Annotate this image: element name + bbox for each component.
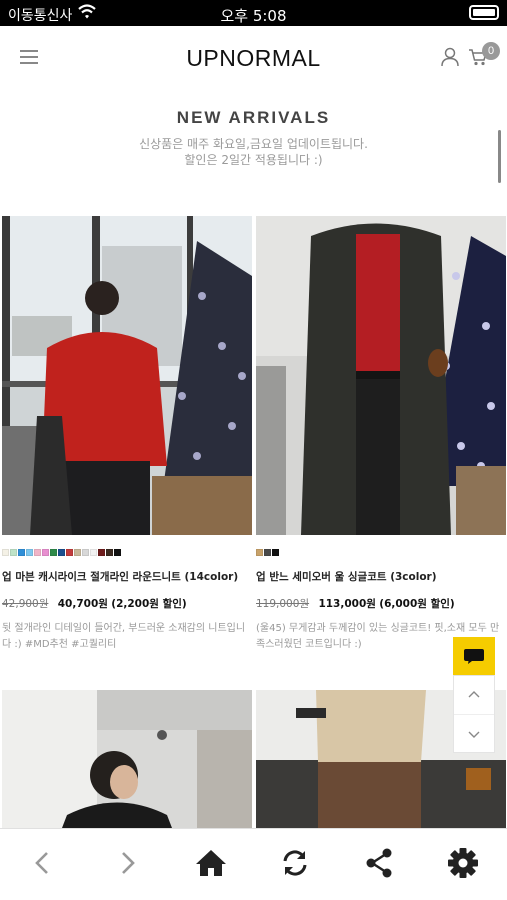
section-description: 신상품은 매주 화요일,금요일 업데이트됩니다. 할인은 2일간 적용됩니다 :… (0, 136, 507, 168)
chevron-left-icon (35, 852, 48, 874)
back-button[interactable] (23, 845, 63, 881)
home-icon (196, 850, 226, 876)
product-name[interactable]: 업 반느 세미오버 울 싱글코트 (3color) (256, 569, 506, 584)
color-swatch (34, 549, 41, 556)
color-swatch (18, 549, 25, 556)
bottom-toolbar (0, 828, 507, 900)
color-swatch (26, 549, 33, 556)
color-swatch (42, 549, 49, 556)
sale-price: 113,000원 (318, 598, 376, 610)
section-desc-line-1: 신상품은 매주 화요일,금요일 업데이트됩니다. (139, 137, 368, 151)
color-swatch (2, 549, 9, 556)
product-image[interactable] (256, 216, 506, 535)
color-swatch (272, 549, 279, 556)
product-price: 42,900원 40,700원 (2,200원 할인) (2, 596, 252, 611)
section-desc-line-2: 할인은 2일간 적용됩니다 :) (184, 153, 323, 167)
color-swatch (256, 549, 263, 556)
discount-amount: (2,200원 할인) (111, 598, 187, 610)
scroll-down-button[interactable] (454, 714, 494, 752)
color-swatch (90, 549, 97, 556)
share-button[interactable] (359, 845, 399, 881)
discount-amount: (6,000원 할인) (379, 598, 455, 610)
status-time: 오후 5:08 (220, 7, 287, 25)
color-swatch (106, 549, 113, 556)
product-card[interactable] (2, 690, 252, 828)
brand-logo[interactable]: UPNORMAL (0, 45, 507, 72)
scroll-controls (453, 675, 495, 753)
chevron-right-icon (122, 852, 135, 874)
app-header: UPNORMAL 0 (0, 26, 507, 92)
color-swatch (74, 549, 81, 556)
color-swatch (82, 549, 89, 556)
user-icon[interactable] (440, 47, 460, 72)
chat-button[interactable] (453, 637, 495, 675)
product-price: 119,000원 113,000원 (6,000원 할인) (256, 596, 506, 611)
scroll-indicator (498, 130, 501, 183)
forward-button[interactable] (107, 845, 147, 881)
refresh-button[interactable] (275, 845, 315, 881)
refresh-icon (283, 850, 307, 876)
color-swatch (58, 549, 65, 556)
color-swatch (114, 549, 121, 556)
chevron-up-icon (468, 691, 480, 698)
gear-icon (448, 848, 478, 878)
product-name[interactable]: 업 마븐 캐시라이크 절개라인 라운드니트 (14color) (2, 569, 252, 584)
color-swatch (66, 549, 73, 556)
share-icon (366, 848, 392, 878)
product-card[interactable]: 업 반느 세미오버 울 싱글코트 (3color) 119,000원 113,0… (256, 216, 506, 653)
product-description: 뒷 절개라인 디테일이 들어간, 부드러운 소재감의 니트입니다 :) #MD추… (2, 623, 246, 650)
color-swatch (98, 549, 105, 556)
settings-button[interactable] (443, 845, 483, 881)
original-price: 119,000원 (256, 598, 310, 610)
product-image[interactable] (2, 690, 252, 828)
color-swatch (10, 549, 17, 556)
color-swatches (2, 549, 252, 556)
product-card[interactable]: 업 마븐 캐시라이크 절개라인 라운드니트 (14color) 42,900원 … (2, 216, 252, 653)
sale-price: 40,700원 (57, 598, 108, 610)
color-swatch (50, 549, 57, 556)
product-image[interactable] (2, 216, 252, 535)
original-price: 42,900원 (2, 598, 49, 610)
home-button[interactable] (191, 845, 231, 881)
color-swatches (256, 549, 506, 556)
scroll-up-button[interactable] (454, 676, 494, 714)
battery-icon (469, 5, 499, 20)
chevron-down-icon (468, 731, 480, 738)
cart-count-badge: 0 (482, 42, 500, 60)
section-title: NEW ARRIVALS (176, 108, 331, 127)
status-bar: 이동통신사 오후 5:08 (0, 0, 507, 26)
color-swatch (264, 549, 271, 556)
